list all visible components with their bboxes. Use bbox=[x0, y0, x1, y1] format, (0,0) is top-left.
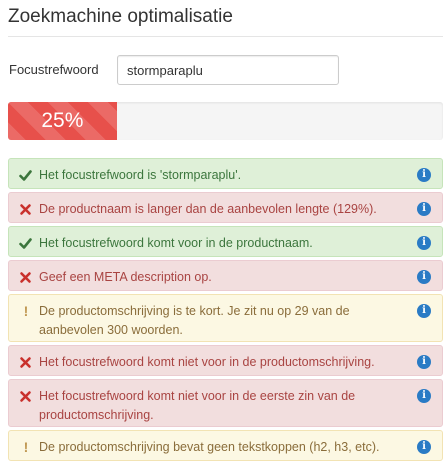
seo-score-bar: 25% bbox=[8, 102, 117, 140]
info-icon[interactable]: i bbox=[417, 389, 431, 403]
check-item: ! De productomschrijving is te kort. Je … bbox=[8, 294, 443, 342]
title-divider bbox=[8, 36, 443, 37]
check-text: De productomschrijving is te kort. Je zi… bbox=[39, 304, 350, 337]
cross-icon bbox=[19, 353, 33, 369]
cross-icon bbox=[19, 387, 33, 403]
check-item: ! De productomschrijving bevat geen teks… bbox=[8, 430, 443, 461]
check-item: Het focustrefwoord komt niet voor in de … bbox=[8, 379, 443, 427]
check-item: Geef een META description op. i bbox=[8, 260, 443, 291]
exclamation-icon: ! bbox=[23, 303, 29, 319]
cross-icon bbox=[19, 268, 33, 284]
check-text: De productnaam is langer dan de aanbevol… bbox=[39, 202, 377, 216]
cross-icon bbox=[19, 200, 33, 216]
exclamation-icon: ! bbox=[23, 439, 29, 455]
check-text: Geef een META description op. bbox=[39, 270, 212, 284]
info-icon[interactable]: i bbox=[417, 270, 431, 284]
check-icon bbox=[19, 166, 33, 182]
info-icon[interactable]: i bbox=[417, 440, 431, 454]
panel-title: Zoekmachine optimalisatie bbox=[8, 6, 233, 27]
check-text: Het focustrefwoord komt voor in de produ… bbox=[39, 236, 313, 250]
info-icon[interactable]: i bbox=[417, 304, 431, 318]
focus-keyword-label: Focustrefwoord bbox=[9, 62, 99, 77]
info-icon[interactable]: i bbox=[417, 202, 431, 216]
check-item: De productnaam is langer dan de aanbevol… bbox=[8, 192, 443, 223]
check-text: Het focustrefwoord is 'stormparaplu'. bbox=[39, 168, 242, 182]
check-item: Het focustrefwoord komt niet voor in de … bbox=[8, 345, 443, 376]
check-text: Het focustrefwoord komt niet voor in de … bbox=[39, 389, 356, 422]
info-icon[interactable]: i bbox=[417, 168, 431, 182]
check-item: Het focustrefwoord is 'stormparaplu'. i bbox=[8, 158, 443, 189]
info-icon[interactable]: i bbox=[417, 236, 431, 250]
info-icon[interactable]: i bbox=[417, 355, 431, 369]
seo-score-progress: 25% bbox=[8, 102, 443, 140]
check-item: Het focustrefwoord komt voor in de produ… bbox=[8, 226, 443, 257]
check-text: Het focustrefwoord komt niet voor in de … bbox=[39, 355, 375, 369]
check-icon bbox=[19, 234, 33, 250]
check-text: De productomschrijving bevat geen tekstk… bbox=[39, 440, 380, 454]
focus-keyword-input[interactable] bbox=[117, 55, 339, 85]
seo-panel: Zoekmachine optimalisatie Focustrefwoord… bbox=[0, 0, 447, 473]
